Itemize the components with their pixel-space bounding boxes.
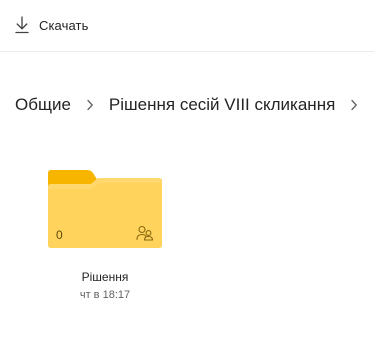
folder-name[interactable]: Рішення	[40, 270, 170, 284]
people-shared-icon	[136, 225, 154, 246]
download-label: Скачать	[39, 17, 89, 33]
breadcrumb: Общие Рішення сесій VIII скликання	[15, 92, 373, 118]
command-bar: Скачать	[0, 0, 374, 52]
download-button[interactable]: Скачать	[14, 12, 88, 38]
download-icon	[14, 16, 30, 34]
breadcrumb-item-shared[interactable]: Общие	[15, 95, 71, 115]
chevron-right-icon	[86, 99, 94, 111]
folder-modified-date: чт в 18:17	[79, 289, 131, 301]
folder-tile[interactable]: 0 Рішення чт в 18:17	[40, 160, 170, 310]
chevron-right-icon[interactable]	[350, 99, 358, 111]
folder-item-count: 0	[56, 228, 63, 242]
breadcrumb-item-decisions[interactable]: Рішення сесій VIII скликання	[109, 95, 335, 115]
